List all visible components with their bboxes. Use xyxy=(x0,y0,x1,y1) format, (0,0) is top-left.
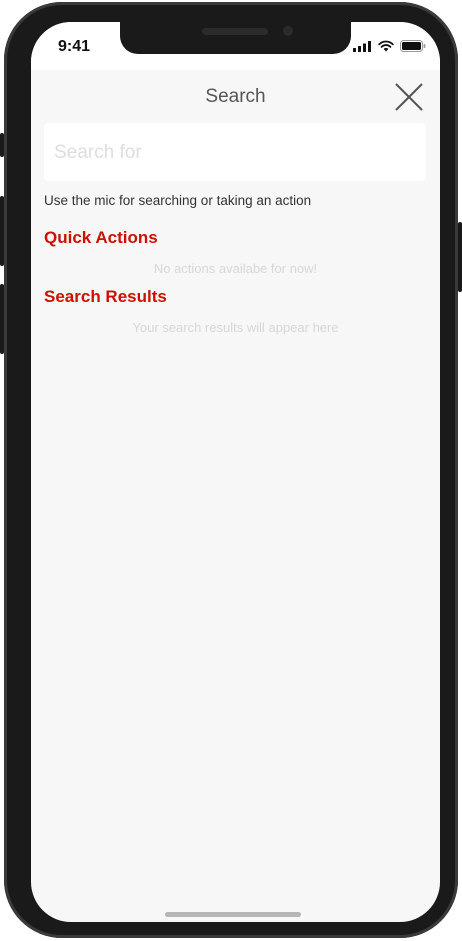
status-time: 9:41 xyxy=(58,38,91,55)
side-button-power xyxy=(458,222,462,292)
search-hint: Use the mic for searching or taking an a… xyxy=(44,193,312,208)
search-input[interactable] xyxy=(52,123,422,183)
side-button-silent xyxy=(0,133,4,157)
battery-icon xyxy=(400,40,426,52)
wifi-icon xyxy=(378,40,394,52)
search-box xyxy=(44,123,426,183)
status-bar: 9:41 xyxy=(31,22,440,70)
speaker-grille xyxy=(202,28,268,35)
status-icons xyxy=(353,40,426,52)
search-results-empty-message: Your search results will appear here xyxy=(132,320,339,335)
search-results-title: Search Results xyxy=(44,287,167,306)
signal-bars-icon xyxy=(353,40,371,52)
screen: 9:41 Search Search for Use the mic for s… xyxy=(31,22,440,922)
side-button-volume-up xyxy=(0,196,4,266)
home-indicator[interactable] xyxy=(165,912,301,917)
page-title: Search xyxy=(205,86,266,107)
side-button-volume-down xyxy=(0,284,4,354)
notch xyxy=(120,22,351,54)
close-icon xyxy=(395,83,423,111)
close-button[interactable] xyxy=(394,82,424,112)
quick-actions-empty-message: No actions availabe for now! xyxy=(153,261,318,276)
quick-actions-title: Quick Actions xyxy=(44,228,158,247)
front-camera xyxy=(283,26,293,36)
search-header: Search xyxy=(31,70,440,122)
phone-frame: 9:41 Search Search for Use the mic for s… xyxy=(0,2,462,938)
